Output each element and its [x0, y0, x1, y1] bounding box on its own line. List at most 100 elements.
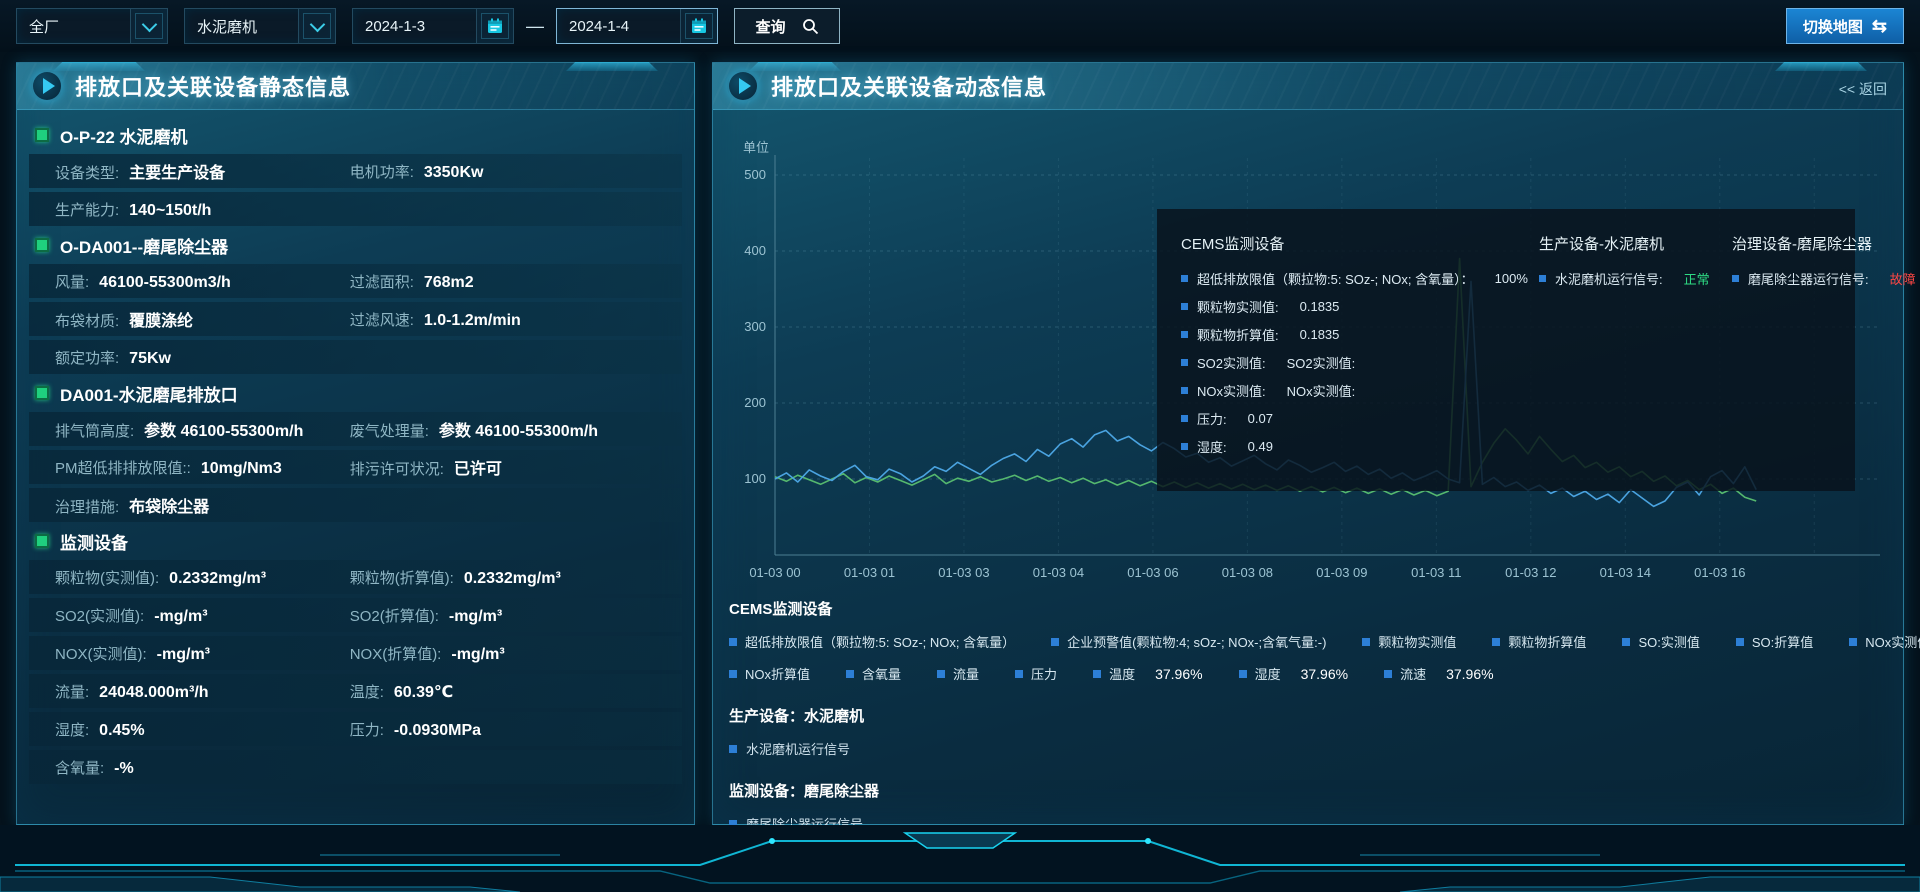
field-value: 主要生产设备	[129, 159, 225, 183]
tooltip-column-title: 治理设备-磨尾除尘器	[1732, 233, 1916, 254]
info-cell: 电机功率:3350Kw	[350, 161, 645, 182]
static-info-panel: 排放口及关联设备静态信息 O-P-22 水泥磨机设备类型:主要生产设备电机功率:…	[16, 62, 695, 825]
info-cell: 设备类型:主要生产设备	[55, 159, 350, 183]
chart-tooltip: CEMS监测设备超低排放限值（颗拉物:5: SOz-; NOx; 含氧量）：10…	[1157, 209, 1855, 491]
legend-bullet-icon	[1051, 638, 1059, 646]
info-cell: 颗粒物(折算值):0.2332mg/m³	[350, 567, 645, 588]
legend-bullet-icon	[1181, 443, 1188, 450]
legend-bullet-icon	[729, 745, 737, 753]
legend-item[interactable]: 湿度37.96%	[1239, 664, 1349, 683]
field-label: 额定功率:	[55, 347, 119, 368]
info-cell: 废气处理量:参数 46100-55300m/h	[350, 417, 645, 441]
legend-row: NOx折算值含氧量流量压力温度37.96%湿度37.96%流速37.96%	[729, 664, 1887, 683]
tooltip-item: 颗粒物实测值:0.1835	[1181, 297, 1511, 316]
back-link[interactable]: << 返回	[1839, 79, 1887, 99]
info-cell: 湿度:0.45%	[55, 719, 350, 740]
tooltip-column: 治理设备-磨尾除尘器磨尾除尘器运行信号:故障	[1732, 233, 1916, 491]
info-cell: 含氧量:-%	[55, 757, 350, 778]
info-cell: 额定功率: 75Kw	[55, 347, 350, 368]
calendar-icon[interactable]	[476, 9, 513, 43]
field-label: 排污许可状况:	[350, 458, 444, 479]
info-cell: 颗粒物(实测值):0.2332mg/m³	[55, 567, 350, 588]
info-row: PM超低排排放限值::10mg/Nm3排污许可状况:已许可	[29, 450, 682, 484]
query-button[interactable]: 查询	[734, 8, 840, 44]
field-value: 0.2332mg/m³	[464, 570, 561, 588]
info-cell: 风量:46100-55300m3/h	[55, 271, 350, 292]
legend-item-value: 37.96%	[1301, 666, 1348, 682]
legend-item[interactable]: NOx折算值	[729, 664, 810, 683]
info-cell: SO2(折算值):-mg/m³	[350, 605, 645, 626]
play-circle-icon	[727, 70, 759, 102]
legend-item-label: 温度	[1109, 664, 1135, 683]
date-range-separator: —	[526, 16, 544, 37]
legend-bullet-icon	[1093, 670, 1101, 678]
y-axis-tick: 300	[744, 319, 766, 334]
date-to-input[interactable]: 2024-1-4	[556, 8, 718, 44]
date-from-input[interactable]: 2024-1-3	[352, 8, 514, 44]
info-cell: 流量:24048.000m³/h	[55, 681, 350, 702]
field-value: 46100-55300m3/h	[99, 274, 231, 292]
legend-item[interactable]: 颗粒物折算值	[1492, 632, 1586, 651]
legend-item[interactable]: 温度37.96%	[1093, 664, 1203, 683]
section-header-row: 监测设备	[29, 526, 682, 556]
legend-bullet-icon	[1181, 415, 1188, 422]
legend-item[interactable]: 超低排放限值（颗拉物:5: SOz-; NOx; 含氧量）	[729, 632, 1015, 651]
chevron-down-icon[interactable]	[298, 9, 335, 43]
x-axis-tick: 01-03 08	[1222, 565, 1273, 580]
x-axis-tick: 01-03 12	[1505, 565, 1556, 580]
legend-bullet-icon	[1181, 275, 1188, 282]
field-value: 60.39℃	[394, 682, 453, 702]
info-row: 治理措施:布袋除尘器	[29, 488, 682, 522]
tooltip-column-title: 生产设备-水泥磨机	[1539, 233, 1704, 254]
info-row: 设备类型:主要生产设备电机功率:3350Kw	[29, 154, 682, 188]
field-label: 过滤风速:	[350, 309, 414, 330]
info-row: 含氧量:-%	[29, 750, 682, 784]
x-axis-tick: 01-03 01	[844, 565, 895, 580]
field-value: 10mg/Nm3	[201, 460, 282, 478]
legend-item[interactable]: 流量	[937, 664, 979, 683]
tooltip-item-value: SO2实测值:	[1287, 353, 1356, 372]
legend-item[interactable]: SO:实测值	[1622, 632, 1699, 651]
legend-item[interactable]: 企业预警值(颗粒物:4; sOz-; NOx-;含氧气量:-)	[1051, 632, 1326, 651]
legend-bullet-icon	[1849, 638, 1857, 646]
legend-item[interactable]: 压力	[1015, 664, 1057, 683]
static-info-rows: O-P-22 水泥磨机设备类型:主要生产设备电机功率:3350Kw生产能力:14…	[17, 110, 694, 794]
field-value: 140~150t/h	[129, 202, 211, 220]
device-signal-item[interactable]: 水泥磨机运行信号	[729, 739, 1887, 758]
legend-item[interactable]: 含氧量	[846, 664, 901, 683]
x-axis-tick: 01-03 03	[938, 565, 989, 580]
legend-bullet-icon	[729, 638, 737, 646]
field-label: 生产能力:	[55, 199, 119, 220]
info-row: 额定功率: 75Kw	[29, 340, 682, 374]
field-label: 湿度:	[55, 719, 89, 740]
device-select[interactable]: 水泥磨机	[184, 8, 336, 44]
calendar-icon	[689, 16, 709, 36]
legend-item[interactable]: SO:折算值	[1736, 632, 1813, 651]
tooltip-item-value: 100%	[1495, 271, 1528, 286]
x-axis-tick: 01-03 04	[1033, 565, 1084, 580]
legend-bullet-icon	[1181, 359, 1188, 366]
dynamic-panel-title: 排放口及关联设备动态信息	[771, 70, 1047, 102]
legend-item[interactable]: NOx实测值	[1849, 632, 1920, 651]
info-cell: 布袋材质:覆膜涤纶	[55, 307, 350, 331]
info-cell: 排污许可状况:已许可	[350, 455, 645, 479]
calendar-icon[interactable]	[680, 9, 717, 43]
legend-item[interactable]: 流速37.96%	[1384, 664, 1494, 683]
info-row: 颗粒物(实测值):0.2332mg/m³颗粒物(折算值):0.2332mg/m³	[29, 560, 682, 594]
chevron-down-icon[interactable]	[130, 9, 167, 43]
section-bullet-icon	[35, 534, 49, 548]
info-cell: 生产能力: 140~150t/h	[55, 199, 350, 220]
legend-item[interactable]: 颗粒物实测值	[1362, 632, 1456, 651]
legend-item-label: 超低排放限值（颗拉物:5: SOz-; NOx; 含氧量）	[745, 632, 1015, 651]
switch-map-button[interactable]: 切换地图 ⇆	[1786, 8, 1904, 44]
top-toolbar: 全厂 水泥磨机 2024-1-3 — 2024-1-4	[0, 0, 1920, 52]
field-value: 75Kw	[129, 350, 171, 368]
field-value: 参数 46100-55300m/h	[144, 417, 303, 441]
plant-select[interactable]: 全厂	[16, 8, 168, 44]
field-value: 0.2332mg/m³	[169, 570, 266, 588]
field-label: 含氧量:	[55, 757, 104, 778]
field-label: 废气处理量:	[350, 420, 429, 441]
legend-item-value: 37.96%	[1446, 666, 1493, 682]
field-label: SO2(折算值):	[350, 605, 439, 626]
x-axis-tick: 01-03 06	[1127, 565, 1178, 580]
